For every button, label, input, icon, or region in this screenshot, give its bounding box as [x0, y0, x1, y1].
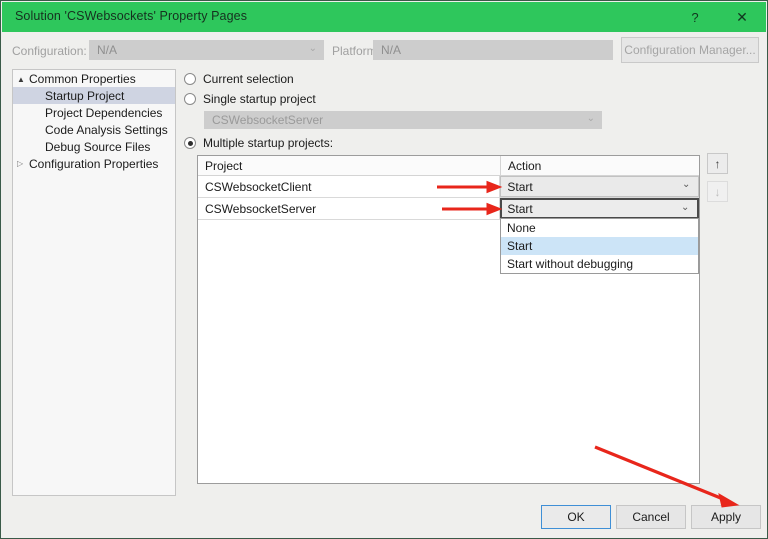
apply-button[interactable]: Apply — [691, 505, 761, 529]
configuration-value: N/A — [97, 43, 117, 57]
chevron-down-icon: ⌄ — [587, 113, 595, 124]
chevron-down-icon: ⌄ — [309, 43, 317, 54]
project-name-cell: CSWebsocketClient — [198, 176, 500, 197]
action-cell[interactable]: Start ⌄ — [500, 198, 699, 219]
platform-dropdown: N/A — [373, 40, 613, 60]
property-pages-dialog: Solution 'CSWebsockets' Property Pages ?… — [0, 0, 768, 539]
dropdown-option-start-without-debugging[interactable]: Start without debugging — [501, 255, 698, 273]
close-icon[interactable]: ✕ — [718, 2, 766, 32]
tree-item-label: Project Dependencies — [45, 106, 162, 120]
tree-item-debug-source-files[interactable]: Debug Source Files — [13, 138, 175, 155]
table-row[interactable]: CSWebsocketServer Start ⌄ — [198, 198, 699, 220]
chevron-down-icon[interactable]: ⌄ — [682, 179, 690, 190]
tree-item-label: Code Analysis Settings — [45, 123, 168, 137]
tree-item-label: Debug Source Files — [45, 140, 150, 154]
radio-indicator[interactable] — [184, 73, 196, 85]
table-header-row: Project Action — [198, 156, 699, 176]
action-dropdown-options[interactable]: None Start Start without debugging — [500, 218, 699, 274]
tree-item-startup-project[interactable]: Startup Project — [13, 87, 175, 104]
tree-item-label: Configuration Properties — [29, 157, 158, 171]
window-controls: ? ✕ — [672, 2, 766, 32]
action-cell[interactable]: Start ⌄ — [500, 176, 699, 197]
single-startup-project-value: CSWebsocketServer — [212, 113, 323, 127]
startup-projects-table: Project Action CSWebsocketClient Start ⌄… — [197, 155, 700, 484]
tree-item-code-analysis-settings[interactable]: Code Analysis Settings — [13, 121, 175, 138]
properties-tree[interactable]: ▲ Common Properties Startup Project Proj… — [12, 69, 176, 496]
dropdown-option-none[interactable]: None — [501, 219, 698, 237]
table-row[interactable]: CSWebsocketClient Start ⌄ — [198, 176, 699, 198]
tree-item-label: Startup Project — [45, 89, 124, 103]
move-up-button[interactable]: ↑ — [707, 153, 728, 174]
action-value: Start — [507, 180, 532, 194]
radio-label: Single startup project — [203, 92, 316, 106]
chevron-collapsed-icon[interactable]: ▷ — [17, 159, 26, 168]
cancel-button[interactable]: Cancel — [616, 505, 686, 529]
platform-value: N/A — [381, 43, 401, 57]
action-dropdown-server[interactable]: Start ⌄ — [500, 198, 699, 219]
column-header-project[interactable]: Project — [198, 156, 501, 175]
tree-item-label: Common Properties — [29, 72, 136, 86]
single-startup-project-dropdown: CSWebsocketServer ⌄ — [204, 111, 602, 129]
tree-item-configuration-properties[interactable]: ▷ Configuration Properties — [13, 155, 175, 172]
ok-button[interactable]: OK — [541, 505, 611, 529]
title-bar: Solution 'CSWebsockets' Property Pages ?… — [2, 2, 766, 32]
move-down-button: ↓ — [707, 181, 728, 202]
radio-multiple-startup-projects[interactable]: Multiple startup projects: — [184, 136, 333, 150]
chevron-down-icon[interactable]: ⌄ — [681, 202, 689, 213]
radio-current-selection[interactable]: Current selection — [184, 72, 294, 86]
help-icon[interactable]: ? — [672, 2, 718, 32]
action-value: Start — [507, 202, 532, 216]
radio-indicator[interactable] — [184, 137, 196, 149]
radio-single-startup-project[interactable]: Single startup project — [184, 92, 316, 106]
dropdown-option-start[interactable]: Start — [501, 237, 698, 255]
action-dropdown-client[interactable]: Start ⌄ — [500, 176, 699, 197]
configuration-dropdown: N/A ⌄ — [89, 40, 324, 60]
radio-indicator[interactable] — [184, 93, 196, 105]
configuration-label: Configuration: — [12, 44, 87, 58]
window-title: Solution 'CSWebsockets' Property Pages — [15, 9, 247, 23]
project-name-cell: CSWebsocketServer — [198, 198, 500, 219]
column-header-action[interactable]: Action — [501, 156, 699, 175]
configuration-manager-button: Configuration Manager... — [621, 37, 759, 63]
chevron-expanded-icon[interactable]: ▲ — [17, 75, 26, 84]
tree-item-project-dependencies[interactable]: Project Dependencies — [13, 104, 175, 121]
tree-item-common-properties[interactable]: ▲ Common Properties — [13, 70, 175, 87]
radio-label: Current selection — [203, 72, 294, 86]
radio-label: Multiple startup projects: — [203, 136, 333, 150]
